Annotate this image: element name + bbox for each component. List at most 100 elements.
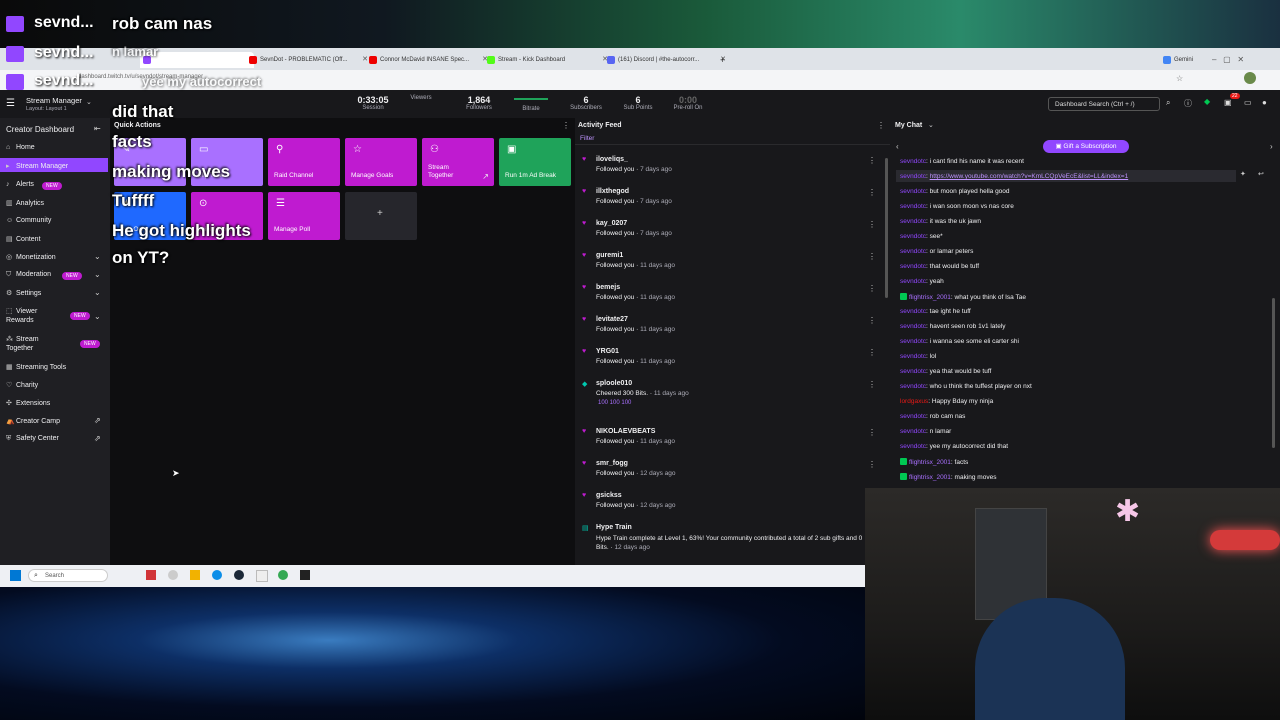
user-icon[interactable]: ● xyxy=(1262,98,1267,107)
chat-message: sevndotc: that would be tuff xyxy=(900,263,980,270)
more-options-icon[interactable]: ⋮ xyxy=(868,348,876,357)
sidebar-item-streaming-tools[interactable]: ▦ Streaming Tools xyxy=(6,363,66,371)
profile-avatar[interactable] xyxy=(1244,72,1256,84)
sidebar-item-extensions[interactable]: ✣ Extensions xyxy=(6,399,50,407)
more-options-icon[interactable]: ⋮ xyxy=(868,284,876,293)
more-options-icon[interactable]: ⋮ xyxy=(868,428,876,437)
gift-subscription-button[interactable]: ▣ Gift a Subscription xyxy=(1043,140,1129,153)
list-item[interactable]: ♥ guremi1 Followed you · 11 days ago ⋮ xyxy=(582,252,876,269)
bookmark-star-icon[interactable]: ☆ xyxy=(1176,74,1183,83)
list-item[interactable]: ♥ iloveliqs_ Followed you · 7 days ago ⋮ xyxy=(582,156,876,173)
chevron-down-icon[interactable]: ⌄ xyxy=(94,288,101,297)
sidebar-item-content[interactable]: ▤ Content xyxy=(6,235,41,243)
heart-icon: ♥ xyxy=(582,156,587,163)
inbox-icon[interactable]: ▣ xyxy=(1224,98,1232,107)
more-options-icon[interactable]: ⋮ xyxy=(868,380,876,389)
add-quick-action-button[interactable]: + xyxy=(345,192,417,240)
sidebar-item-analytics[interactable]: ▥ Analytics xyxy=(6,199,44,207)
sidebar-item-stream-manager[interactable]: ▸ Stream Manager xyxy=(6,162,68,170)
list-item[interactable]: ♥ kay_0207 Followed you · 7 days ago ⋮ xyxy=(582,220,876,237)
file-explorer-icon[interactable] xyxy=(190,570,200,580)
external-link-icon: ⇗ xyxy=(94,416,101,425)
list-item[interactable]: ♥ NIKOLAEVBEATS Followed you · 11 days a… xyxy=(582,428,876,445)
chevron-down-icon[interactable]: ⌄ xyxy=(928,121,934,129)
app-icon[interactable] xyxy=(168,570,178,580)
app-icon[interactable] xyxy=(256,570,268,582)
obs-icon[interactable] xyxy=(300,570,310,580)
browser-tab-2[interactable]: Connor McDavid INSANE Spec... ✕ xyxy=(366,52,490,68)
search-icon[interactable]: ⌕ xyxy=(1166,98,1170,108)
chevron-left-icon[interactable]: ‹ xyxy=(896,142,899,151)
chevron-right-icon[interactable]: › xyxy=(1270,142,1273,151)
list-item[interactable]: ♥ bemejs Followed you · 11 days ago ⋮ xyxy=(582,284,876,301)
tile-manage-poll[interactable]: ☰ Manage Poll xyxy=(268,192,340,240)
list-item-cheer[interactable]: ◆ sploole010 Cheered 300 Bits. · 11 days… xyxy=(582,380,876,406)
star-icon: ☆ xyxy=(353,144,362,155)
more-options-icon[interactable]: ⋮ xyxy=(868,316,876,325)
sidebar-item-settings[interactable]: ⚙ Settings xyxy=(6,289,41,297)
sidebar-item-moderation[interactable]: ⛉ Moderation xyxy=(6,271,51,279)
tile-run-ad-break[interactable]: ▣ Run 1m Ad Break xyxy=(499,138,571,186)
window-controls[interactable]: – ▢ ✕ xyxy=(1212,52,1272,68)
chevron-down-icon[interactable]: ⌄ xyxy=(94,252,101,261)
layout-label[interactable]: Layout: Layout 1 xyxy=(26,106,67,112)
taskbar-search-box[interactable]: Search xyxy=(28,569,108,582)
more-options-icon[interactable]: ⋮ xyxy=(868,220,876,229)
list-item-hype-train[interactable]: ▤ Hype Train Hype Train complete at Leve… xyxy=(582,524,876,552)
chat-scrollbar[interactable] xyxy=(1272,298,1275,448)
sidebar-item-home[interactable]: ⌂ Home xyxy=(6,144,35,151)
pin-icon[interactable]: ✦ xyxy=(1240,170,1246,178)
chevron-down-icon[interactable]: ⌄ xyxy=(86,98,92,106)
list-item[interactable]: ♥ gsickss Followed you · 12 days ago xyxy=(582,492,876,509)
sidebar-item-viewer-rewards[interactable]: ⬚ Viewer Rewards xyxy=(6,307,56,325)
more-options-icon[interactable]: ⋮ xyxy=(868,460,876,469)
feed-scrollbar[interactable] xyxy=(885,158,888,298)
list-item[interactable]: ♥ levitate27 Followed you · 11 days ago … xyxy=(582,316,876,333)
people-icon: ☺ xyxy=(6,217,14,224)
edge-icon[interactable] xyxy=(212,570,222,580)
dashboard-search-input[interactable]: Dashboard Search (Ctrl + /) xyxy=(1048,97,1160,111)
reply-icon[interactable]: ↩ xyxy=(1258,170,1264,178)
sidebar-item-stream-together[interactable]: ⁂ Stream Together xyxy=(6,335,56,353)
more-options-icon[interactable]: ⋮ xyxy=(868,156,876,165)
gemini-icon xyxy=(1163,56,1171,64)
steam-icon[interactable] xyxy=(234,570,244,580)
chat-message: sevndotc: yee my autocorrect did that xyxy=(900,443,1009,450)
browser-tab-4[interactable]: (161) Discord | #the-autocorr... ✕ xyxy=(604,52,728,68)
more-options-icon[interactable]: ⋮ xyxy=(562,121,570,130)
camp-icon: ⛺ xyxy=(6,418,15,425)
list-item[interactable]: ♥ smr_fogg Followed you · 12 days ago ⋮ xyxy=(582,460,876,477)
chrome-icon[interactable] xyxy=(278,570,288,580)
chevron-down-icon[interactable]: ⌄ xyxy=(94,312,101,321)
app-icon[interactable] xyxy=(146,570,156,580)
chat-message: sevndotc: https://www.youtube.com/watch?… xyxy=(900,173,1129,180)
collapse-icon[interactable]: ⇤ xyxy=(94,124,101,133)
windows-start-icon[interactable] xyxy=(10,570,21,581)
sidebar-item-monetization[interactable]: ◎ Monetization xyxy=(6,253,56,261)
filter-bar[interactable]: Filter xyxy=(575,132,890,145)
sidebar-item-creator-camp[interactable]: ⛺Creator Camp xyxy=(6,417,60,425)
tool-icon[interactable]: ◆ xyxy=(1204,97,1210,106)
sidebar-item-charity[interactable]: ♡ Charity xyxy=(6,381,38,389)
new-tab-button[interactable]: + xyxy=(720,52,734,68)
chevron-down-icon[interactable]: ⌄ xyxy=(94,270,101,279)
browser-tab-1[interactable]: SevnDot - PROBLEMATIC (Off... ✕ xyxy=(246,52,370,68)
tile-raid-channel[interactable]: ⚲ Raid Channel xyxy=(268,138,340,186)
tile-stream-together[interactable]: ⚇ Stream Together ↗ xyxy=(422,138,494,186)
browser-tab-3[interactable]: Stream - Kick Dashboard ✕ xyxy=(484,52,610,68)
chat-icon[interactable]: ▭ xyxy=(1244,98,1252,107)
more-options-icon[interactable]: ⋮ xyxy=(868,252,876,261)
list-item[interactable]: ♥ YRG01 Followed you · 11 days ago ⋮ xyxy=(582,348,876,365)
menu-icon[interactable]: ☰ xyxy=(6,98,15,109)
chat-message: sevndotc: or lamar peters xyxy=(900,248,974,255)
sidebar-item-safety-center[interactable]: ⛨ Safety Center xyxy=(6,435,59,443)
list-item[interactable]: ♥ illxthegod Followed you · 7 days ago ⋮ xyxy=(582,188,876,205)
help-icon[interactable]: ⓘ xyxy=(1184,98,1192,109)
sidebar-item-alerts[interactable]: ♪ Alerts xyxy=(6,181,34,188)
more-options-icon[interactable]: ⋮ xyxy=(868,188,876,197)
chat-link[interactable]: https://www.youtube.com/watch?v=KmLCQpVe… xyxy=(930,173,1129,180)
tile-manage-goals[interactable]: ☆ Manage Goals xyxy=(345,138,417,186)
profile-chip[interactable]: Gemini xyxy=(1160,52,1214,68)
more-options-icon[interactable]: ⋮ xyxy=(877,121,885,130)
sidebar-item-community[interactable]: ☺ Community xyxy=(6,217,51,224)
